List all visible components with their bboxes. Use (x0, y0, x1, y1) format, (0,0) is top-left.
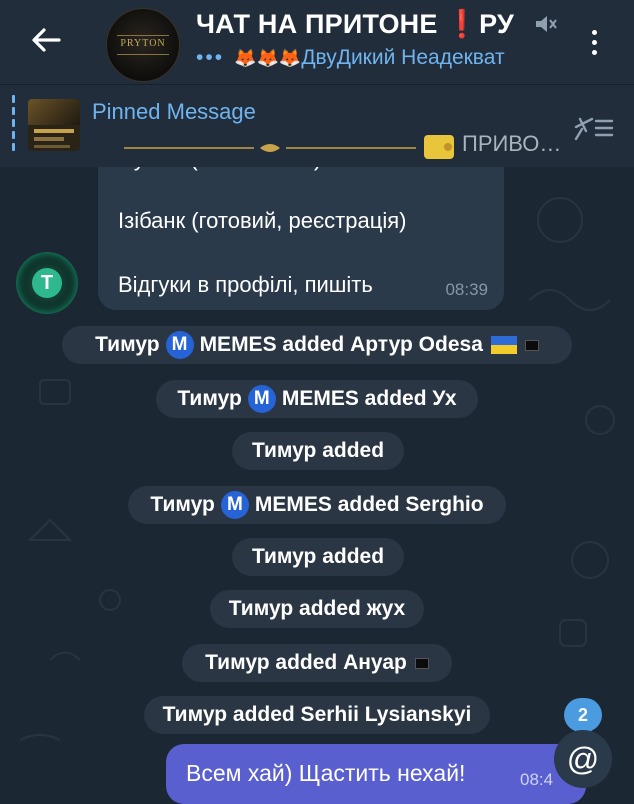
sender-avatar[interactable]: T (16, 252, 78, 314)
at-sign-icon: @ (566, 740, 600, 777)
black-square-icon (524, 339, 539, 351)
exclamation-icon: ❗ (445, 9, 480, 39)
message-time: 08:39 (445, 280, 488, 299)
dot-icon (591, 49, 597, 55)
arrow-left-icon (32, 28, 61, 52)
typing-user-name: ДвуДикий Неадекват (301, 46, 505, 69)
pinned-message-bar[interactable]: Pinned Message ПРИВО… (0, 84, 634, 167)
service-text: Тимур added (251, 439, 385, 462)
service-actor: Тимур (177, 387, 242, 410)
pinned-label: Pinned Message (92, 99, 256, 124)
outgoing-text: Всем хай) Щастить нехай! (186, 760, 466, 786)
chat-title-main: ЧАТ НА ПРИТОНЕ (196, 9, 446, 39)
service-message: Тимур added (232, 432, 404, 470)
service-text: Тимур added Ануар (205, 651, 407, 674)
avatar-logo-text: PRYTON (120, 38, 166, 49)
outgoing-time: 08:4 (520, 770, 554, 789)
service-text: MEMES added Serghio (254, 493, 484, 516)
tether-icon: T (32, 268, 62, 298)
service-message: Тимур M MEMES added Serghio (128, 486, 506, 524)
service-text: Тимур added жух (228, 597, 406, 620)
pinned-indicator (12, 95, 15, 157)
chat-header: PRYTON ЧАТ НА ПРИТОНЕ ❗РУ ••• 🦊🦊🦊ДвуДикий… (0, 0, 634, 84)
outgoing-message[interactable]: Всем хай) Щастить нехай! 08:4 (166, 744, 586, 804)
mute-icon (530, 12, 558, 36)
service-actor: Тимур (95, 333, 160, 356)
black-square-icon (414, 657, 429, 669)
service-text: Тимур added Serhii Lysianskyi (162, 703, 472, 726)
service-message: Тимур added Ануар (182, 644, 452, 682)
back-button[interactable] (26, 24, 66, 56)
chat-subtitle: ••• 🦊🦊🦊ДвуДикий Неадекват (196, 46, 562, 74)
ornament-divider-icon (124, 144, 416, 152)
typing-indicator: ••• (196, 46, 225, 69)
service-message: Тимур M MEMES added Артур Odesa (62, 326, 572, 364)
service-message: Тимур M MEMES added Ух (156, 380, 478, 418)
chat-title-tail: РУ (479, 9, 514, 39)
message-line: Ізібанк (готовий, реєстрація) (118, 208, 407, 233)
pin-list-icon[interactable] (572, 113, 614, 143)
message-line: Відгуки в профілі, пишіть (118, 272, 373, 297)
dot-icon (591, 39, 597, 45)
more-options-button[interactable] (580, 24, 608, 60)
service-text: MEMES added Ух (281, 387, 457, 410)
chat-avatar[interactable]: PRYTON (106, 8, 180, 82)
dot-icon (591, 29, 597, 35)
pinned-thumbnail (28, 99, 80, 151)
m-badge-icon: M (247, 385, 276, 413)
service-actor: Тимур (150, 493, 215, 516)
mention-button[interactable]: @ (554, 730, 612, 788)
pinned-preview-text: ПРИВО… (462, 131, 562, 156)
service-message: Тимур added жух (210, 590, 424, 628)
wallet-icon (424, 135, 454, 159)
service-message: Тимур added Serhii Lysianskyi (144, 696, 490, 734)
service-text: MEMES added Артур Odesa (199, 333, 483, 356)
m-badge-icon: M (220, 491, 249, 519)
service-message: Тимур added (232, 538, 404, 576)
ukraine-flag-icon (490, 336, 517, 354)
unread-count-badge[interactable]: 2 (564, 698, 602, 732)
m-badge-icon: M (165, 331, 194, 359)
service-text: Тимур added (251, 545, 385, 568)
chat-title[interactable]: ЧАТ НА ПРИТОНЕ ❗РУ (196, 8, 562, 42)
fox-emoji: 🦊🦊🦊 (234, 48, 302, 68)
